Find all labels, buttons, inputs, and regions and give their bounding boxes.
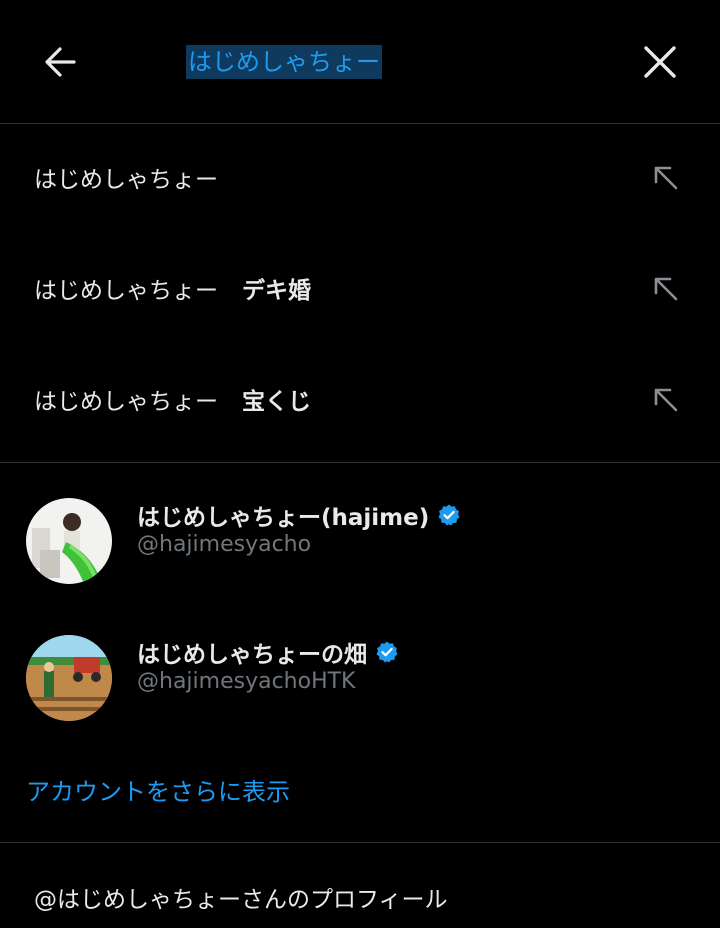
suggestion-keyword: デキ婚 — [242, 278, 311, 304]
fill-query-button[interactable] — [648, 160, 682, 194]
search-input[interactable]: はじめしゃちょー — [186, 42, 382, 82]
search-suggestion[interactable]: はじめしゃちょー — [0, 122, 720, 232]
verified-badge-icon — [438, 504, 460, 526]
avatar — [26, 635, 112, 721]
show-more-accounts-link[interactable]: アカウントをさらに表示 — [26, 772, 290, 807]
account-name: はじめしゃちょーの畑 — [137, 642, 367, 668]
fill-query-button[interactable] — [648, 271, 682, 305]
verified-badge-icon — [376, 641, 398, 663]
suggestion-label: はじめしゃちょー 宝くじ — [34, 382, 311, 416]
account-result[interactable]: はじめしゃちょー(hajime) @hajimesyacho — [0, 484, 720, 594]
suggestion-query: はじめしゃちょー — [34, 278, 218, 304]
suggestion-label: はじめしゃちょー — [34, 160, 218, 194]
accounts-divider — [0, 842, 720, 843]
fill-query-button[interactable] — [648, 382, 682, 416]
suggestions-divider — [0, 462, 720, 463]
search-page: はじめしゃちょー はじめしゃちょー はじめしゃちょー デキ婚 はじめしゃちょー 宝く… — [0, 0, 720, 928]
avatar-image — [26, 635, 112, 721]
profile-link: @はじめしゃちょーさんのプロフィール — [34, 887, 448, 913]
suggestion-label: はじめしゃちょー デキ婚 — [34, 271, 311, 305]
search-suggestion[interactable]: はじめしゃちょー 宝くじ — [0, 344, 720, 454]
back-button[interactable] — [32, 34, 88, 90]
account-name-row: はじめしゃちょーの畑 — [137, 635, 399, 669]
suggestion-keyword: 宝くじ — [242, 389, 311, 415]
profile-link-row[interactable]: @はじめしゃちょーさんのプロフィール — [0, 844, 720, 928]
account-handle: @hajimesyachoHTK — [137, 669, 356, 694]
arrow-left-icon — [45, 47, 76, 77]
suggestion-query: はじめしゃちょー — [34, 167, 218, 193]
search-input-value: はじめしゃちょー — [186, 45, 382, 79]
clear-search-button[interactable] — [630, 32, 690, 92]
account-name-row: はじめしゃちょー(hajime) — [137, 498, 461, 532]
arrow-up-left-icon — [654, 388, 678, 412]
avatar — [26, 498, 112, 584]
search-header: はじめしゃちょー — [0, 0, 720, 124]
arrow-up-left-icon — [654, 166, 678, 190]
avatar-image — [26, 498, 112, 584]
account-handle: @hajimesyacho — [137, 532, 312, 557]
arrow-up-left-icon — [654, 277, 678, 301]
account-name: はじめしゃちょー(hajime) — [137, 505, 430, 531]
close-icon — [644, 46, 676, 78]
search-suggestion[interactable]: はじめしゃちょー デキ婚 — [0, 233, 720, 343]
suggestion-query: はじめしゃちょー — [34, 389, 218, 415]
account-result[interactable]: はじめしゃちょーの畑 @hajimesyachoHTK — [0, 621, 720, 731]
